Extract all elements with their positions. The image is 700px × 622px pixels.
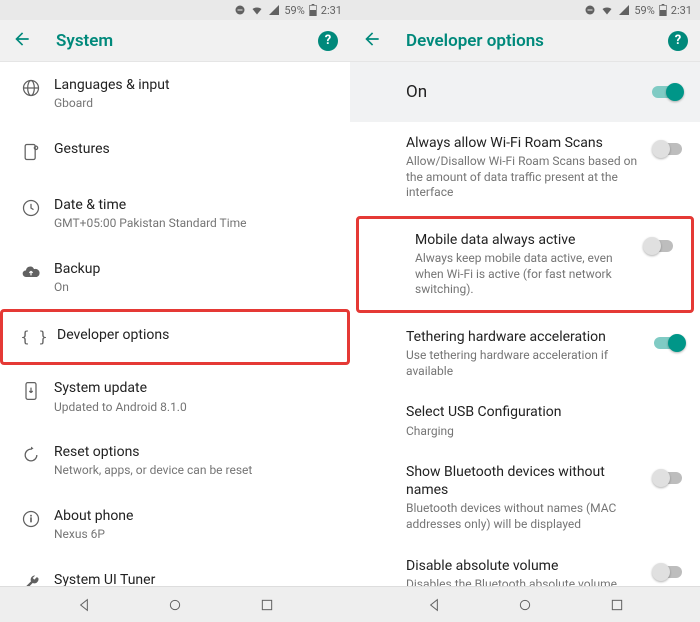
item-tethering-hw-accel[interactable]: Tethering hardware acceleration Use teth… — [350, 316, 700, 391]
item-title: Reset options — [54, 443, 328, 461]
dev-options-list: Always allow Wi-Fi Roam Scans Allow/Disa… — [350, 122, 700, 586]
battery-icon — [659, 4, 667, 16]
item-show-bt-without-names[interactable]: Show Bluetooth devices without names Blu… — [350, 451, 700, 545]
clock-icon — [14, 196, 48, 218]
item-title: About phone — [54, 507, 328, 525]
nav-back-icon[interactable] — [426, 597, 442, 613]
item-title: Backup — [54, 260, 328, 278]
phone-right: 59% 2:31 Developer options ? On Always a… — [350, 0, 700, 622]
app-bar: Developer options ? — [350, 20, 700, 62]
help-icon[interactable]: ? — [318, 31, 338, 51]
item-title: Disable absolute volume — [406, 557, 644, 575]
nav-back-icon[interactable] — [76, 597, 92, 613]
gestures-icon — [14, 140, 48, 162]
item-title: Show Bluetooth devices without names — [406, 463, 644, 499]
switch[interactable] — [652, 334, 686, 352]
wifi-icon — [250, 4, 264, 16]
nav-recents-icon[interactable] — [259, 597, 275, 613]
system-update-icon — [14, 379, 48, 401]
item-gestures[interactable]: Gestures — [0, 126, 350, 182]
page-title: System — [56, 31, 318, 51]
item-subtitle: Updated to Android 8.1.0 — [54, 400, 328, 416]
switch[interactable] — [652, 140, 686, 158]
clock: 2:31 — [671, 4, 692, 17]
braces-icon: { } — [17, 326, 51, 346]
battery-pct: 59% — [284, 4, 304, 17]
item-date-time[interactable]: Date & time GMT+05:00 Pakistan Standard … — [0, 182, 350, 246]
item-subtitle: Disables the Bluetooth absolute volume f… — [406, 577, 644, 586]
item-title: Gestures — [54, 140, 328, 158]
item-subtitle: Gboard — [54, 96, 328, 112]
cloud-upload-icon — [14, 260, 48, 282]
item-title: Always allow Wi-Fi Roam Scans — [406, 134, 644, 152]
globe-icon — [14, 76, 48, 98]
item-subtitle: Nexus 6P — [54, 527, 328, 543]
item-disable-absolute-volume[interactable]: Disable absolute volume Disables the Blu… — [350, 545, 700, 586]
master-toggle-label: On — [406, 82, 650, 102]
clock: 2:31 — [321, 4, 342, 17]
signal-icon — [618, 4, 630, 16]
item-title: Languages & input — [54, 76, 328, 94]
nav-home-icon[interactable] — [517, 597, 533, 613]
wrench-icon — [14, 571, 48, 586]
item-subtitle: Always keep mobile data active, even whe… — [415, 251, 635, 298]
wifi-icon — [600, 4, 614, 16]
status-bar: 59% 2:31 — [0, 0, 350, 20]
item-languages-input[interactable]: Languages & input Gboard — [0, 62, 350, 126]
settings-list: Languages & input Gboard Gestures Date &… — [0, 62, 350, 586]
battery-pct: 59% — [634, 4, 654, 17]
item-title: Date & time — [54, 196, 328, 214]
item-title: System UI Tuner — [54, 571, 328, 586]
item-subtitle: GMT+05:00 Pakistan Standard Time — [54, 216, 328, 232]
master-switch[interactable] — [650, 83, 684, 101]
item-subtitle: Use tethering hardware acceleration if a… — [406, 348, 644, 379]
item-select-usb-config[interactable]: Select USB Configuration Charging — [350, 391, 700, 451]
phone-left: 59% 2:31 System ? Languages & input Gboa… — [0, 0, 350, 622]
status-bar: 59% 2:31 — [350, 0, 700, 20]
item-subtitle: Allow/Disallow Wi-Fi Roam Scans based on… — [406, 154, 644, 201]
item-reset-options[interactable]: Reset options Network, apps, or device c… — [0, 429, 350, 493]
item-system-ui-tuner[interactable]: System UI Tuner — [0, 557, 350, 586]
master-toggle-row[interactable]: On — [350, 62, 700, 122]
back-icon[interactable] — [12, 29, 32, 53]
app-bar: System ? — [0, 20, 350, 62]
item-title: Select USB Configuration — [406, 403, 678, 421]
item-subtitle: Network, apps, or device can be reset — [54, 463, 328, 479]
dnd-icon — [584, 4, 596, 16]
reset-icon — [14, 443, 48, 465]
item-about-phone[interactable]: About phone Nexus 6P — [0, 493, 350, 557]
switch[interactable] — [643, 237, 677, 255]
item-mobile-data-always-active[interactable]: Mobile data always active Always keep mo… — [356, 216, 694, 313]
item-subtitle: On — [54, 280, 328, 296]
nav-recents-icon[interactable] — [609, 597, 625, 613]
item-wifi-roam-scans[interactable]: Always allow Wi-Fi Roam Scans Allow/Disa… — [350, 122, 700, 213]
page-title: Developer options — [406, 31, 668, 51]
item-title: Tethering hardware acceleration — [406, 328, 644, 346]
signal-icon — [268, 4, 280, 16]
battery-icon — [309, 4, 317, 16]
dnd-icon — [234, 4, 246, 16]
switch[interactable] — [652, 563, 686, 581]
item-subtitle: Charging — [406, 424, 678, 440]
item-developer-options[interactable]: { } Developer options — [0, 309, 350, 365]
info-icon — [14, 507, 48, 529]
nav-bar — [0, 586, 350, 622]
help-icon[interactable]: ? — [668, 31, 688, 51]
switch[interactable] — [652, 469, 686, 487]
back-icon[interactable] — [362, 29, 382, 53]
item-title: Mobile data always active — [415, 231, 635, 249]
item-title: Developer options — [57, 326, 325, 344]
item-backup[interactable]: Backup On — [0, 246, 350, 310]
item-subtitle: Bluetooth devices without names (MAC add… — [406, 501, 644, 532]
item-system-update[interactable]: System update Updated to Android 8.1.0 — [0, 365, 350, 429]
nav-bar — [350, 586, 700, 622]
item-title: System update — [54, 379, 328, 397]
nav-home-icon[interactable] — [167, 597, 183, 613]
